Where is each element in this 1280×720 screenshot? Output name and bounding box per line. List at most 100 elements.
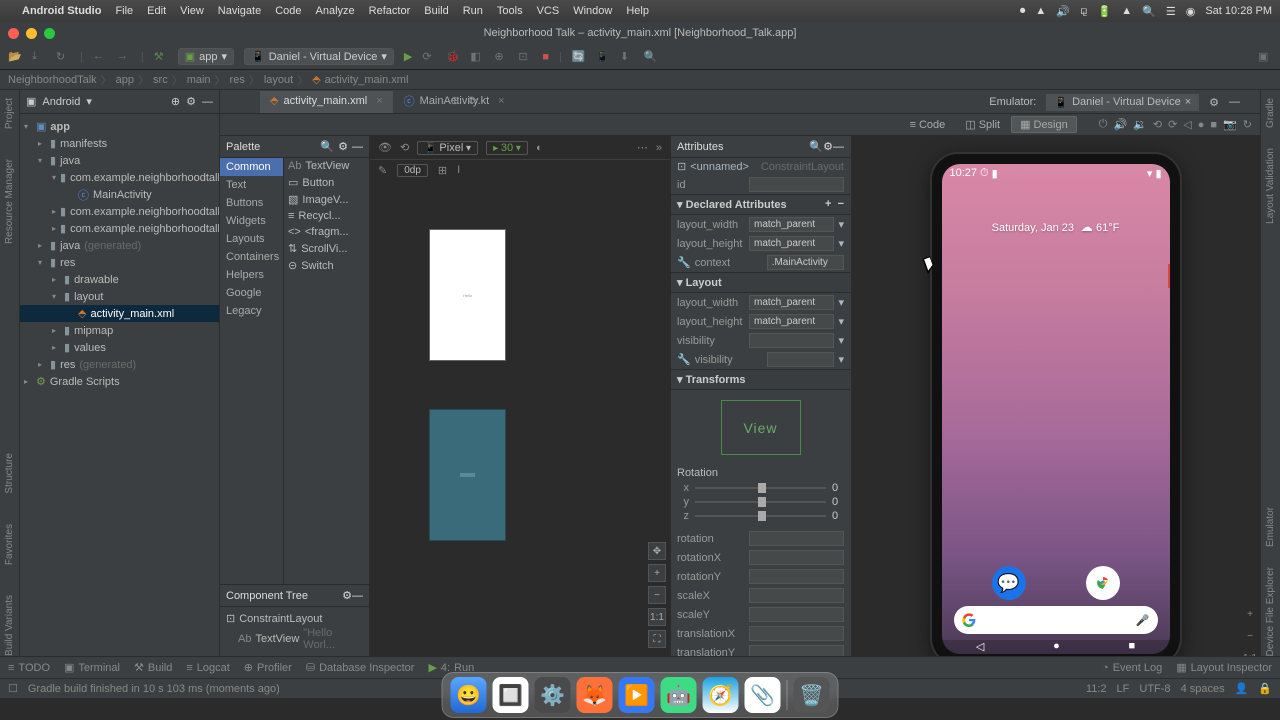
module-selector[interactable]: ▣app▾ [178,48,234,65]
avd-icon[interactable]: 📱 [596,50,610,64]
collapse-tree-icon[interactable]: — [352,590,363,602]
tools-icon[interactable]: I [457,164,460,176]
crumb[interactable]: res [230,74,245,86]
profiler-button[interactable]: ⊕Profiler [244,661,292,674]
record-icon[interactable]: ⏺ [1020,5,1026,18]
debug-icon[interactable]: 🐞 [446,50,460,64]
db-inspector-button[interactable]: ⛁Database Inspector [306,661,415,674]
emu-zoom-11-icon[interactable]: 1:1 [1242,650,1258,656]
menu-file[interactable]: File [115,5,133,17]
blueprint-preview[interactable] [430,410,505,540]
default-margin[interactable]: 0dp [397,164,428,177]
sdk-icon[interactable]: ⬇ [620,50,634,64]
design-mode-button[interactable]: ▦Design [1011,116,1077,133]
lock-icon[interactable]: 🔒 [1258,682,1272,695]
emu-rotate-left-icon[interactable]: ⟲ [1151,118,1164,131]
crumb[interactable]: layout [264,74,293,86]
zoom-reset-icon[interactable]: ⛶ [648,630,666,648]
menu-run[interactable]: Run [463,5,483,17]
quicktime-icon[interactable]: ▶️ [619,677,655,713]
gutter-emulator[interactable]: Emulator [1265,507,1276,547]
emu-overview-icon[interactable]: ■ [1208,119,1219,131]
app-name[interactable]: Android Studio [22,5,101,17]
android-studio-icon[interactable]: 🤖 [661,677,697,713]
rotation-y-slider[interactable] [695,501,826,503]
collapse-palette-icon[interactable]: — [352,141,363,153]
gutter-device-file-explorer[interactable]: Device File Explorer [1265,567,1276,656]
minimize-window-icon[interactable] [26,28,37,39]
gutter-project[interactable]: Project [4,98,15,129]
stop-icon[interactable]: ■ [542,51,549,63]
zoom-in-icon[interactable]: + [648,564,666,582]
firefox-icon[interactable]: 🦊 [577,677,613,713]
back-icon[interactable]: ← [93,50,107,64]
code-mode-button[interactable]: ≡Code [901,117,955,133]
tab-activity-main[interactable]: ⬘activity_main.xml× [260,91,393,113]
mic-icon[interactable]: 🎤 [1136,614,1150,627]
design-canvas[interactable]: 👁 ⟲ 📱 Pixel ▾ ▸ 30 ▾ ◐ ⋯» ✎ 0dp ⊞ I Hell… [370,136,670,656]
menu-refactor[interactable]: Refactor [369,5,411,17]
cloud-icon[interactable]: ▲ [1035,5,1046,17]
emu-home-icon[interactable]: ● [1196,119,1207,131]
layout-height-input[interactable]: match_parent [749,236,834,251]
messages-app-icon[interactable]: 💬 [992,566,1026,600]
close-tab-icon[interactable]: × [498,95,504,107]
menu-analyze[interactable]: Analyze [316,5,355,17]
nav-back-icon[interactable]: ◁ [976,640,984,653]
chrome-app-icon[interactable] [1086,566,1120,600]
split-mode-button[interactable]: ◫Split [956,116,1009,133]
wand-icon[interactable]: ✎ [378,164,387,177]
emulator-device-tab[interactable]: 📱Daniel - Virtual Device× [1046,94,1199,111]
close-tab-icon[interactable]: × [376,95,382,107]
rotation-z-slider[interactable] [695,515,826,517]
gutter-resource-manager[interactable]: Resource Manager [4,159,15,244]
device-selector[interactable]: 📱Daniel - Virtual Device▾ [244,48,394,65]
zoom-out-icon[interactable]: − [648,586,666,604]
terminal-button[interactable]: ▣Terminal [64,661,120,674]
launchpad-icon[interactable]: 🔲 [493,677,529,713]
crumb[interactable]: activity_main.xml [325,74,409,86]
collapse-attrs-icon[interactable]: — [833,141,844,153]
app-icon[interactable]: 📎 [745,677,781,713]
google-search-bar[interactable]: 🎤 [954,606,1158,634]
api-pill[interactable]: ▸ 30 ▾ [486,141,528,155]
theme-icon[interactable]: ◐ [536,142,543,154]
hammer-icon[interactable]: ⚒ [154,50,168,64]
coverage-icon[interactable]: ◧ [470,50,484,64]
clock[interactable]: Sat 10:28 PM [1205,5,1272,17]
emu-more-icon[interactable]: ↻ [1241,118,1254,131]
gutter-gradle[interactable]: Gradle [1265,98,1276,128]
gear-icon[interactable]: ⚙ [823,140,833,153]
emu-back-icon[interactable]: ◁ [1181,118,1193,131]
open-icon[interactable]: 📂 [8,50,22,64]
finder-icon[interactable]: 😀 [451,677,487,713]
todo-button[interactable]: ≡TODO [8,662,50,674]
safari-icon[interactable]: 🧭 [703,677,739,713]
line-ending[interactable]: LF [1117,683,1130,695]
logcat-button[interactable]: ≡Logcat [186,662,229,674]
device-pill[interactable]: 📱 Pixel ▾ [417,141,478,155]
tab-recent-icon[interactable]: ⟳ [464,90,481,111]
project-tree[interactable]: ▾▣app ▸▮manifests ▾▮java ▾▮com.example.n… [20,114,219,394]
emu-volume-down-icon[interactable]: 🔉 [1131,118,1149,131]
menu-navigate[interactable]: Navigate [218,5,261,17]
gutter-layout-validation[interactable]: Layout Validation [1265,148,1276,224]
eye-icon[interactable]: 👁 [378,141,392,154]
nav-recent-icon[interactable]: ■ [1128,640,1135,652]
attr-search-icon[interactable]: 🔍 [809,140,823,153]
gear-icon[interactable]: ⚙ [186,95,196,108]
phone-screen[interactable]: 10:27⏱▮ ▾▮ Saturday, Jan 23 ☁ 61°F 💬 [942,164,1170,654]
indent[interactable]: 4 spaces [1181,683,1225,695]
event-log-button[interactable]: ◔Event Log [1102,662,1162,674]
palette-search-icon[interactable]: 🔍 [320,140,334,153]
crumb[interactable]: src [153,74,168,86]
volume-icon[interactable]: 🔊 [1056,5,1070,18]
caret-position[interactable]: 11:2 [1086,683,1107,695]
gear-icon[interactable]: ⚙ [342,589,352,602]
control-center-icon[interactable]: ☰ [1166,5,1176,18]
component-tree[interactable]: ⊡ConstraintLayout AbTextView "Hello Worl… [220,607,369,656]
menu-build[interactable]: Build [424,5,448,17]
palette-categories[interactable]: Common TextButtons WidgetsLayouts Contai… [220,158,284,584]
forward-icon[interactable]: → [117,50,131,64]
battery-icon[interactable]: 🔋 [1098,5,1112,18]
